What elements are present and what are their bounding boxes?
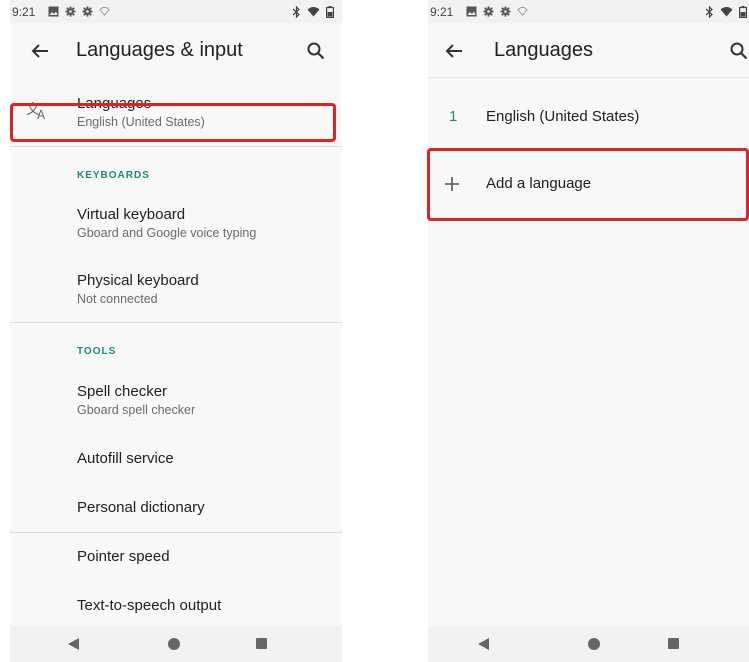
add-language-label: Add a language xyxy=(486,175,592,192)
languages-title: Languages xyxy=(77,95,152,112)
settings-notification-icon xyxy=(65,6,76,17)
language-list-item[interactable]: 1 English (United States) xyxy=(428,96,749,140)
spell-checker-item[interactable]: Spell checker Gboard spell checker xyxy=(10,374,342,426)
language-index: 1 xyxy=(449,108,458,125)
page-title: Languages & input xyxy=(76,39,243,61)
divider xyxy=(428,77,749,78)
physical-keyboard-item[interactable]: Physical keyboard Not connected xyxy=(10,263,342,315)
wifi-icon xyxy=(307,6,320,17)
spell-checker-subtitle: Gboard spell checker xyxy=(77,403,196,417)
bluetooth-icon xyxy=(292,5,301,18)
search-icon[interactable] xyxy=(304,39,328,63)
autofill-service-item[interactable]: Autofill service xyxy=(10,438,342,482)
battery-icon xyxy=(739,5,747,18)
plus-icon xyxy=(444,176,460,192)
tts-output-item[interactable]: Text-to-speech output xyxy=(10,585,342,629)
divider xyxy=(10,322,342,323)
wifi-notification-icon xyxy=(517,6,528,17)
virtual-keyboard-title: Virtual keyboard xyxy=(77,206,186,223)
back-arrow-icon[interactable] xyxy=(442,39,466,63)
wifi-notification-icon xyxy=(99,6,110,17)
languages-input-screen: 9:21 Languages & input 文 A Languages Eng… xyxy=(10,0,342,662)
svg-text:A: A xyxy=(37,108,46,120)
app-bar: Languages & input xyxy=(10,23,342,79)
personal-dictionary-title: Personal dictionary xyxy=(77,499,205,516)
personal-dictionary-item[interactable]: Personal dictionary xyxy=(10,487,342,531)
divider xyxy=(10,146,342,147)
keyboards-section-header: KEYBOARDS xyxy=(77,170,150,181)
battery-icon xyxy=(326,5,334,18)
pointer-speed-item[interactable]: Pointer speed xyxy=(10,536,342,580)
status-time: 9:21 xyxy=(12,4,36,19)
virtual-keyboard-item[interactable]: Virtual keyboard Gboard and Google voice… xyxy=(10,197,342,249)
tools-section-header: TOOLS xyxy=(77,346,117,357)
settings-notification-icon-2 xyxy=(500,6,511,17)
language-name: English (United States) xyxy=(486,108,640,125)
status-bar: 9:21 xyxy=(10,0,342,23)
image-notification-icon xyxy=(466,6,477,17)
tts-output-title: Text-to-speech output xyxy=(77,597,222,614)
app-bar: Languages xyxy=(428,23,749,79)
nav-back-icon[interactable] xyxy=(68,638,79,650)
languages-subtitle: English (United States) xyxy=(77,115,205,129)
nav-recents-icon[interactable] xyxy=(256,638,267,649)
autofill-service-title: Autofill service xyxy=(77,450,174,467)
nav-back-icon[interactable] xyxy=(478,638,489,650)
status-time: 9:21 xyxy=(430,4,454,19)
navigation-bar xyxy=(428,626,749,662)
settings-notification-icon-2 xyxy=(82,6,93,17)
settings-notification-icon xyxy=(483,6,494,17)
nav-home-icon[interactable] xyxy=(588,638,600,650)
divider xyxy=(428,149,749,150)
nav-recents-icon[interactable] xyxy=(668,638,679,649)
divider xyxy=(10,532,342,533)
translate-icon: 文A xyxy=(26,100,48,120)
wifi-icon xyxy=(720,6,733,17)
bluetooth-icon xyxy=(705,5,714,18)
physical-keyboard-subtitle: Not connected xyxy=(77,292,158,306)
spell-checker-title: Spell checker xyxy=(77,383,168,400)
pointer-speed-title: Pointer speed xyxy=(77,548,170,565)
languages-item[interactable]: 文A Languages English (United States) xyxy=(10,82,342,140)
status-bar: 9:21 xyxy=(428,0,749,23)
navigation-bar xyxy=(10,626,342,662)
languages-screen: 9:21 Languages 1 English (United States)… xyxy=(428,0,749,662)
back-arrow-icon[interactable] xyxy=(28,39,52,63)
physical-keyboard-title: Physical keyboard xyxy=(77,272,199,289)
page-title: Languages xyxy=(494,39,593,61)
add-language-button[interactable]: Add a language xyxy=(428,163,749,207)
virtual-keyboard-subtitle: Gboard and Google voice typing xyxy=(77,226,257,240)
image-notification-icon xyxy=(48,6,59,17)
nav-home-icon[interactable] xyxy=(168,638,180,650)
search-icon[interactable] xyxy=(727,39,749,63)
